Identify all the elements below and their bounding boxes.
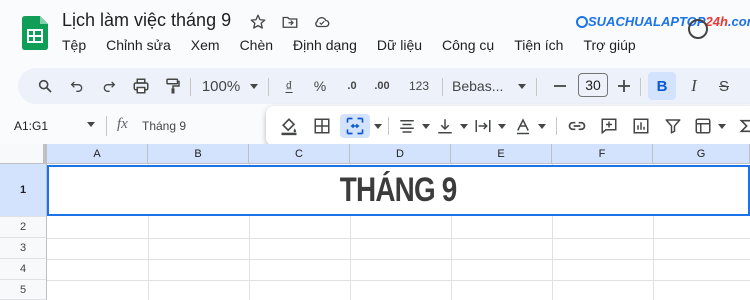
merged-cell-a1-g1[interactable]: THÁNG 9 xyxy=(47,165,750,216)
toolbar-divider xyxy=(442,78,443,96)
percent-format-button[interactable]: % xyxy=(310,74,330,98)
row-header-5[interactable]: 5 xyxy=(0,280,47,300)
row-header-4[interactable]: 4 xyxy=(0,259,47,280)
insert-comment-icon[interactable] xyxy=(598,114,620,138)
app-header: Lịch làm việc tháng 9 Tệp Chỉnh sửa Xem … xyxy=(0,0,750,64)
fill-color-icon[interactable] xyxy=(278,114,300,138)
font-dropdown-icon[interactable] xyxy=(514,74,526,98)
column-header-f[interactable]: F xyxy=(552,144,653,164)
menu-format[interactable]: Định dạng xyxy=(293,37,365,53)
brand-suffix: .com xyxy=(727,14,750,29)
history-icon[interactable] xyxy=(688,19,708,39)
valign-dropdown-icon[interactable] xyxy=(456,114,468,138)
column-header-a[interactable]: A xyxy=(47,144,148,164)
select-all-corner[interactable] xyxy=(0,144,47,164)
menu-tools[interactable]: Công cụ xyxy=(442,37,502,53)
decrease-font-size-icon[interactable] xyxy=(552,74,568,98)
font-family-select[interactable]: Bebas... xyxy=(452,74,510,98)
spreadsheet-grid: A B C D E F G 1 2 3 4 5 THÁNG 9 xyxy=(0,144,750,300)
italic-button[interactable]: I xyxy=(684,74,704,98)
menu-extensions[interactable]: Tiện ích xyxy=(514,37,571,53)
insert-chart-icon[interactable] xyxy=(630,114,652,138)
menu-file[interactable]: Tệp xyxy=(62,37,94,53)
strikethrough-button[interactable]: S xyxy=(714,74,734,98)
vertical-align-icon[interactable] xyxy=(434,114,456,138)
toolbar-divider xyxy=(388,117,389,135)
merged-cell-text: THÁNG 9 xyxy=(340,171,457,209)
zoom-dropdown-icon[interactable] xyxy=(246,74,258,98)
increase-decimal-button[interactable]: .00 xyxy=(368,74,396,98)
functions-icon[interactable] xyxy=(736,114,750,138)
column-header-d[interactable]: D xyxy=(350,144,451,164)
name-box-dropdown-icon[interactable] xyxy=(87,122,95,127)
halign-dropdown-icon[interactable] xyxy=(418,114,430,138)
paint-format-icon[interactable] xyxy=(162,74,184,98)
name-box[interactable]: A1:G1 xyxy=(14,119,48,133)
wrap-dropdown-icon[interactable] xyxy=(494,114,506,138)
bold-button[interactable]: B xyxy=(648,72,676,100)
toolbar-divider xyxy=(190,78,191,96)
redo-icon[interactable] xyxy=(98,74,120,98)
search-icon[interactable] xyxy=(34,74,56,98)
overflow-toolbar-panel xyxy=(266,106,750,146)
decrease-decimal-button[interactable]: .0 xyxy=(340,74,364,98)
row-header-3[interactable]: 3 xyxy=(0,238,47,259)
menu-data[interactable]: Dữ liệu xyxy=(377,37,430,53)
column-header-g[interactable]: G xyxy=(653,144,750,164)
menu-bar: Tệp Chỉnh sửa Xem Chèn Định dạng Dữ liệu… xyxy=(62,37,656,53)
toolbar-divider xyxy=(268,78,269,96)
row-header-2[interactable]: 2 xyxy=(0,217,47,238)
font-size-input[interactable]: 30 xyxy=(578,73,608,97)
filter-icon[interactable] xyxy=(662,114,684,138)
toolbar-divider xyxy=(640,78,641,96)
move-folder-icon[interactable] xyxy=(280,12,300,32)
currency-format-button[interactable]: ₫ xyxy=(280,74,298,98)
formula-input[interactable]: Tháng 9 xyxy=(142,119,186,133)
menu-help[interactable]: Trợ giúp xyxy=(583,37,643,53)
gridline xyxy=(47,280,750,281)
column-header-c[interactable]: C xyxy=(249,144,350,164)
brand-logo-icon xyxy=(576,16,588,28)
insert-link-icon[interactable] xyxy=(566,114,588,138)
toolbar-divider xyxy=(536,78,537,96)
sheets-logo-icon[interactable] xyxy=(22,16,48,50)
cloud-status-icon[interactable] xyxy=(312,12,332,32)
main-toolbar: 100% ₫ % .0 .00 123 Bebas... 30 B I S xyxy=(18,68,750,104)
menu-edit[interactable]: Chỉnh sửa xyxy=(106,37,179,53)
text-rotation-icon[interactable] xyxy=(512,114,534,138)
increase-font-size-icon[interactable] xyxy=(616,74,632,98)
brand-watermark: SUACHUALAPTOP24h.com xyxy=(588,14,750,29)
column-header-e[interactable]: E xyxy=(451,144,552,164)
star-icon[interactable] xyxy=(248,12,268,32)
number-format-button[interactable]: 123 xyxy=(406,74,432,98)
menu-view[interactable]: Xem xyxy=(191,37,228,53)
horizontal-align-icon[interactable] xyxy=(396,114,418,138)
text-wrap-icon[interactable] xyxy=(472,114,494,138)
merge-dropdown-icon[interactable] xyxy=(370,114,382,138)
borders-icon[interactable] xyxy=(310,114,334,138)
filter-views-dropdown-icon[interactable] xyxy=(714,114,726,138)
print-icon[interactable] xyxy=(130,74,152,98)
formula-divider xyxy=(106,116,107,136)
brand-highlight: 24h xyxy=(705,14,728,29)
gridline xyxy=(47,259,750,260)
merge-cells-icon[interactable] xyxy=(340,114,370,138)
zoom-select[interactable]: 100% xyxy=(198,74,244,98)
menu-insert[interactable]: Chèn xyxy=(240,37,281,53)
document-title[interactable]: Lịch làm việc tháng 9 xyxy=(62,10,231,31)
toolbar-divider xyxy=(556,117,557,135)
row-header-1[interactable]: 1 xyxy=(0,164,47,217)
rotation-dropdown-icon[interactable] xyxy=(534,114,546,138)
fx-icon: fx xyxy=(117,116,128,132)
column-header-b[interactable]: B xyxy=(148,144,249,164)
filter-views-icon[interactable] xyxy=(692,114,714,138)
undo-icon[interactable] xyxy=(66,74,88,98)
gridline xyxy=(47,238,750,239)
